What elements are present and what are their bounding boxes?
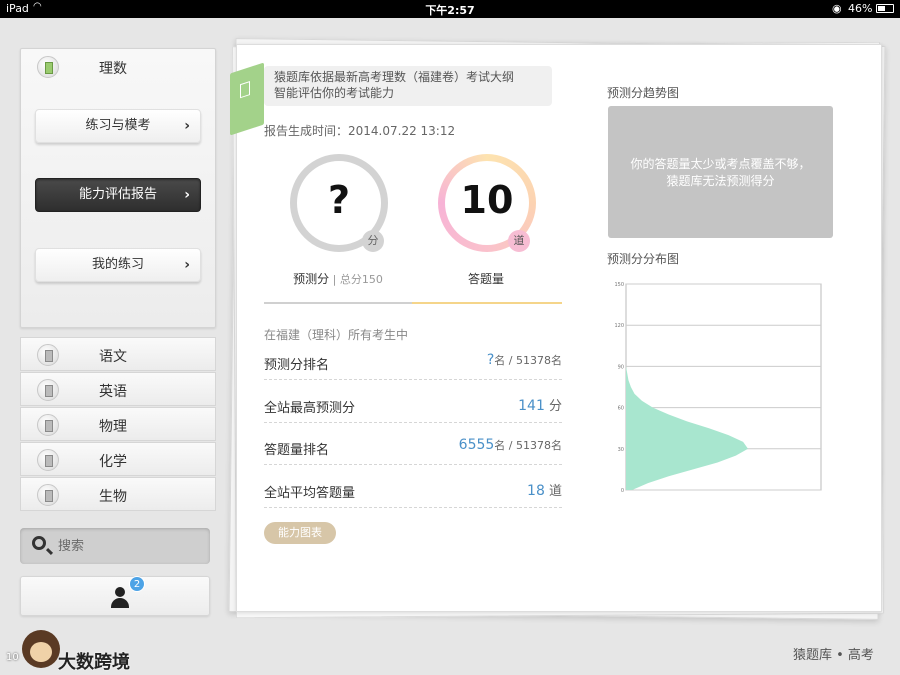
chevron-right-icon: ›: [184, 187, 190, 203]
stat-row: 预测分排名 ?名 / 51378名: [264, 348, 562, 380]
book-icon: [37, 379, 59, 401]
search-input[interactable]: [58, 536, 198, 556]
watermark-text: 大数跨境: [58, 652, 130, 673]
report-notice: 猿题库依据最新高考理数（福建卷）考试大纲 智能评估你的考试能力: [264, 66, 552, 106]
distribution-chart: 0 30 60 90 120 150: [614, 282, 822, 494]
stat-row: 全站平均答题量 18 道: [264, 476, 562, 508]
score-unit: 分: [362, 230, 384, 252]
stat-label: 预测分排名: [264, 358, 330, 373]
notice-line: 猿题库依据最新高考理数（福建卷）考试大纲: [274, 70, 515, 84]
distribution-chart-title: 预测分分布图: [607, 252, 680, 266]
subject-item-biology[interactable]: 生物: [20, 477, 216, 511]
tab-predicted-score[interactable]: 预测分 | 总分150: [264, 270, 412, 287]
book-icon: [37, 414, 59, 436]
report-generated-time: 报告生成时间：2014.07.22 13:12: [264, 124, 456, 138]
book-icon: [37, 449, 59, 471]
trend-message: 猿题库无法预测得分: [666, 174, 775, 188]
menu-label: 能力评估报告: [78, 187, 157, 202]
stat-value: 141: [518, 398, 545, 414]
book-icon: [37, 344, 59, 366]
distribution-area: [626, 366, 748, 490]
user-icon: [109, 587, 131, 609]
y-tick-label: 120: [614, 323, 624, 329]
current-subject: 理数: [99, 61, 127, 77]
battery-icon: [876, 4, 894, 13]
total-score-label: | 总分150: [329, 273, 383, 286]
count-unit: 道: [508, 230, 530, 252]
search-icon: [32, 536, 46, 550]
stat-row: 答题量排名 6555名 / 51378名: [264, 433, 562, 465]
y-tick-label: 0: [621, 488, 624, 494]
ability-chart-button[interactable]: 能力图表: [264, 522, 336, 544]
subject-item-chemistry[interactable]: 化学: [20, 442, 216, 476]
subject-item-chinese[interactable]: 语文: [20, 337, 216, 371]
scope-label: 在福建（理科）所有考生中: [264, 328, 409, 342]
menu-label: 我的练习: [91, 257, 144, 272]
stat-label: 全站最高预测分: [264, 401, 356, 416]
subject-label: 生物: [99, 489, 127, 505]
stat-row: 全站最高预测分 141 分: [264, 391, 562, 423]
brand-footer: 猿题库 • 高考: [793, 648, 874, 663]
subject-label: 英语: [99, 384, 127, 400]
status-bar: iPad ◠ 下午2:57 ◉ 46%: [0, 0, 900, 18]
subject-item-physics[interactable]: 物理: [20, 407, 216, 441]
stat-value: 18: [527, 483, 545, 499]
y-tick-label: 150: [614, 282, 624, 288]
bookmark-ribbon-icon: [230, 62, 264, 136]
chevron-right-icon: ›: [184, 257, 190, 273]
stat-label: 答题量排名: [264, 443, 330, 458]
subject-label: 化学: [99, 454, 127, 470]
tab-label: 答题量: [467, 272, 504, 286]
monkey-logo-icon: [22, 630, 60, 668]
tab-underline-active: [412, 302, 562, 304]
tab-answer-count[interactable]: 答题量: [412, 270, 560, 287]
trend-message: 你的答题量太少或考点覆盖不够，: [630, 157, 811, 171]
tab-underline: [264, 302, 412, 304]
trend-chart-placeholder: 你的答题量太少或考点覆盖不够， 猿题库无法预测得分: [608, 106, 833, 238]
trend-chart-title: 预测分趋势图: [607, 86, 680, 100]
stat-suffix: 道: [544, 484, 562, 499]
status-time: 下午2:57: [425, 4, 475, 17]
menu-label: 练习与模考: [85, 118, 151, 133]
user-button[interactable]: 2: [20, 576, 210, 616]
subject-panel: 理数 练习与模考 › 能力评估报告 › 我的练习 ›: [20, 48, 216, 328]
notification-badge: 2: [129, 576, 145, 592]
predicted-score-value: ?: [327, 178, 351, 222]
stat-value: 6555: [458, 437, 495, 453]
menu-report-button[interactable]: 能力评估报告 ›: [35, 178, 201, 212]
chevron-right-icon: ›: [184, 118, 190, 134]
notice-line: 智能评估你的考试能力: [274, 86, 395, 100]
answer-count-value: 10: [460, 178, 514, 222]
y-tick-label: 60: [618, 406, 624, 412]
rotation-lock-icon: ◉: [832, 2, 842, 15]
y-tick-label: 30: [618, 447, 624, 453]
menu-practice-button[interactable]: 练习与模考 ›: [35, 109, 201, 143]
y-tick-label: 90: [618, 364, 624, 370]
subject-label: 物理: [99, 419, 127, 435]
battery-percent: 46%: [848, 2, 873, 15]
subject-list: 语文 英语 物理 化学 生物: [20, 337, 216, 512]
stat-label: 全站平均答题量: [264, 486, 356, 501]
menu-my-practice-button[interactable]: 我的练习 ›: [35, 248, 201, 282]
subject-label: 语文: [99, 349, 127, 365]
tab-label: 预测分: [293, 272, 330, 286]
subject-item-english[interactable]: 英语: [20, 372, 216, 406]
stat-suffix: 分: [544, 399, 562, 414]
search-box[interactable]: [20, 528, 210, 564]
book-icon: [37, 56, 59, 78]
stat-suffix: 名 / 51378名: [494, 354, 562, 367]
book-icon: [37, 484, 59, 506]
watermark-small: 10: [6, 652, 19, 663]
stat-suffix: 名 / 51378名: [494, 439, 562, 452]
